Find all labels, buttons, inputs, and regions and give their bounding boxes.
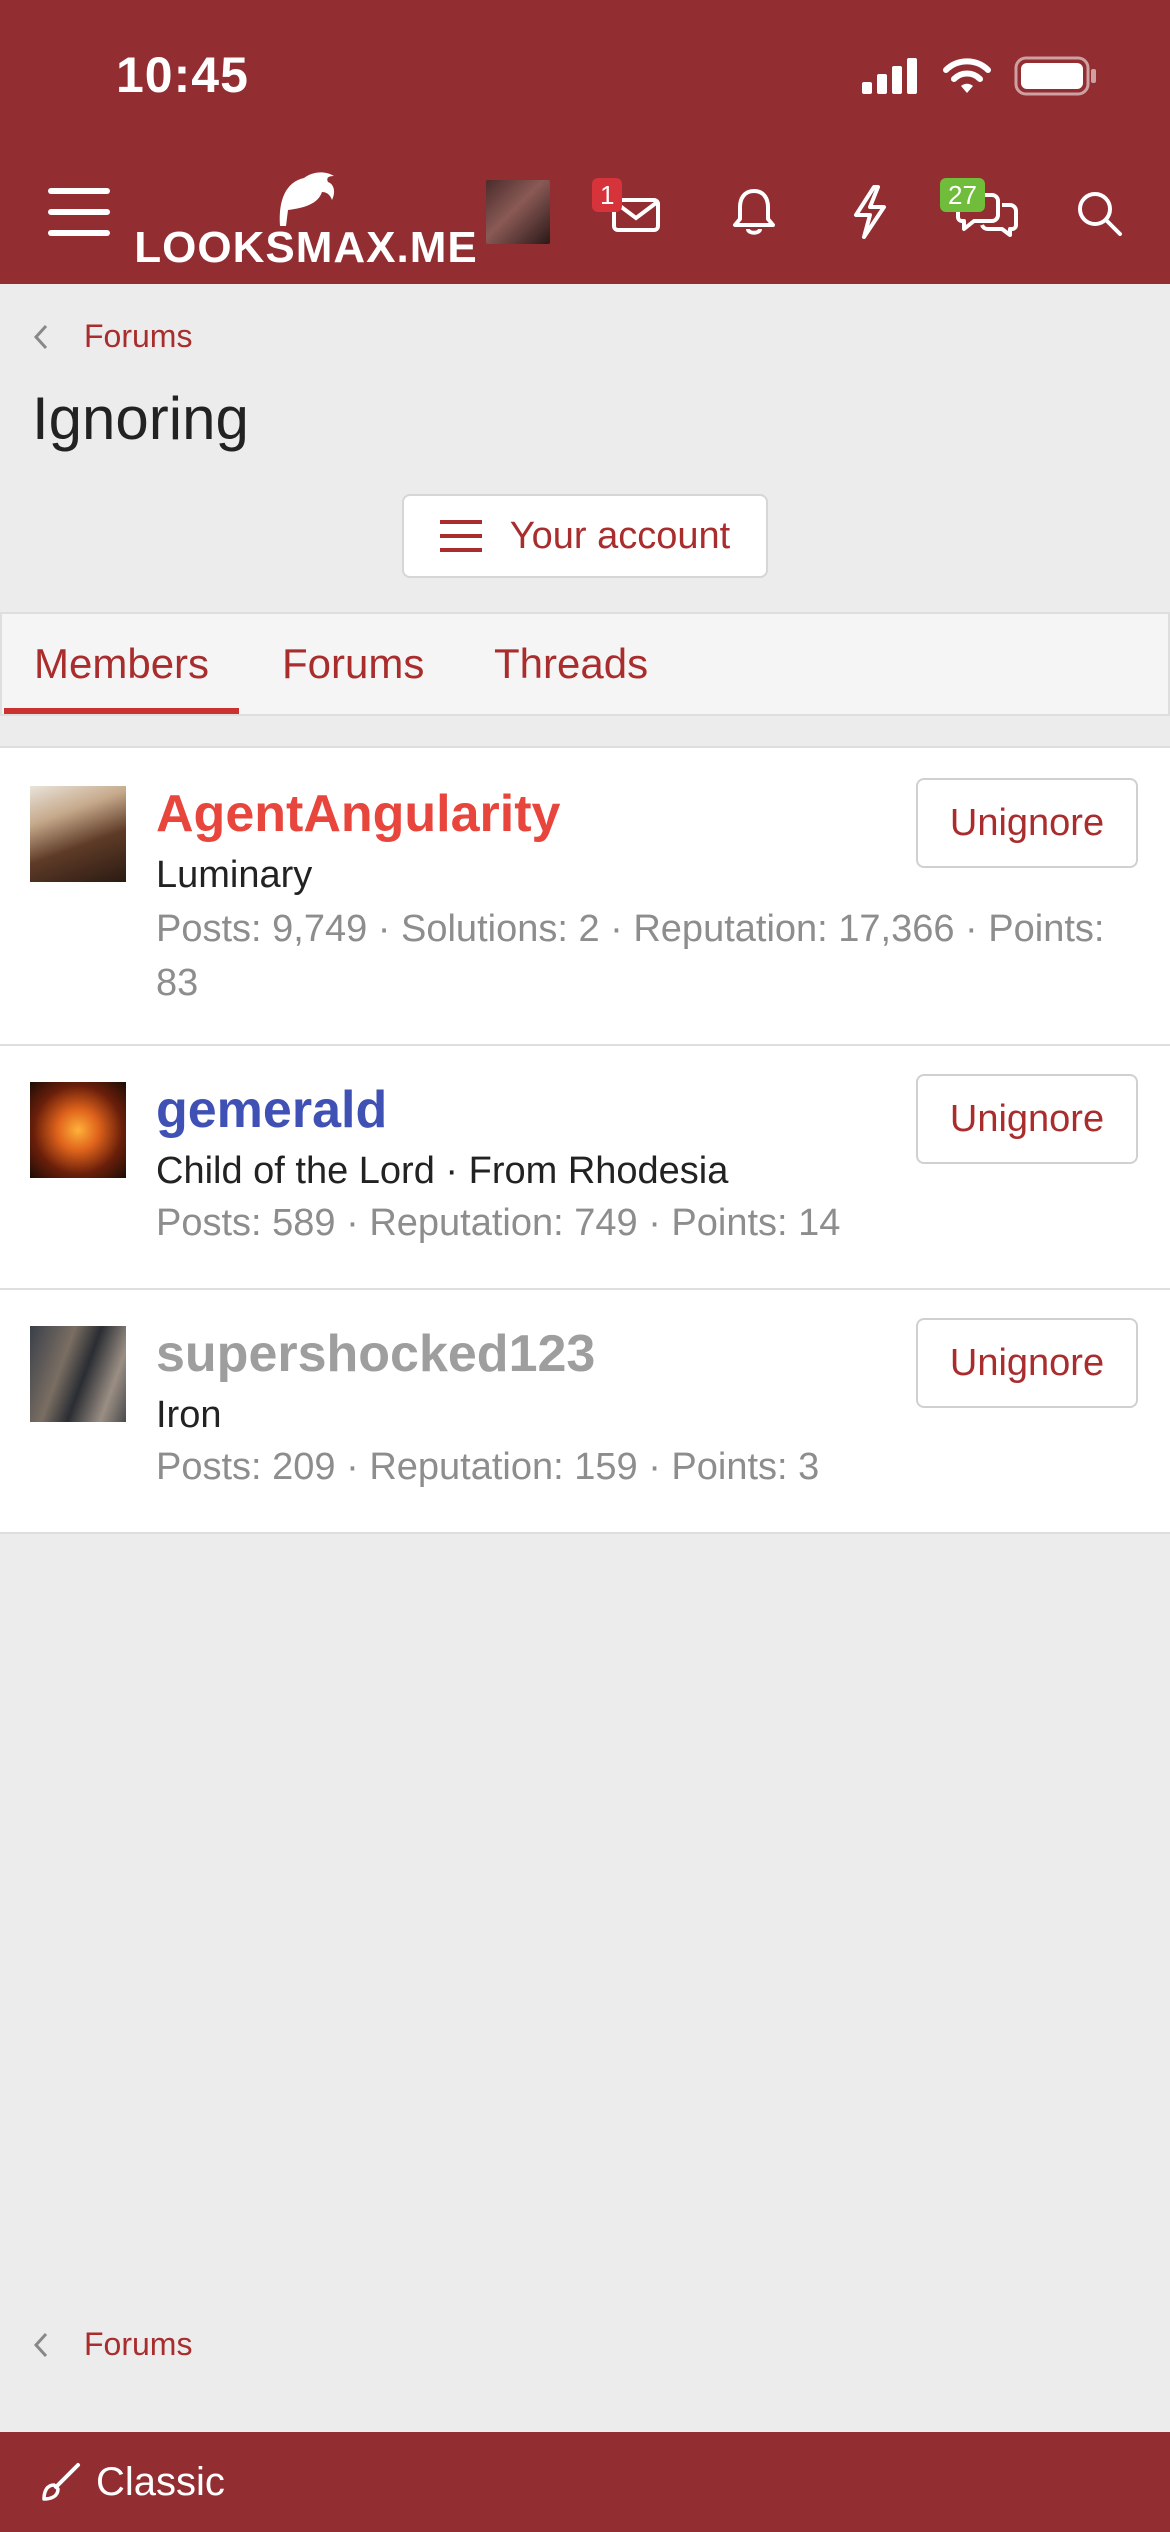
list-menu-icon (439, 520, 482, 552)
alerts-button[interactable] (724, 182, 784, 242)
your-account-button[interactable]: Your account (402, 494, 768, 578)
style-chooser-bar[interactable]: Classic (0, 2432, 1170, 2532)
unignore-button[interactable]: Unignore (916, 1318, 1138, 1408)
tab-forums[interactable]: Forums (282, 614, 424, 714)
bell-icon (733, 189, 775, 235)
status-time: 10:45 (116, 47, 249, 103)
member-title: Child of the Lord · From Rhodesia (156, 1150, 729, 1192)
whats-new-button[interactable] (840, 182, 900, 242)
tab-bar: Members Forums Threads (0, 612, 1170, 716)
search-icon (1078, 192, 1122, 236)
tab-threads[interactable]: Threads (494, 614, 648, 714)
footer-breadcrumb-link-forums[interactable]: Forums (84, 2326, 192, 2363)
unignore-button[interactable]: Unignore (916, 778, 1138, 868)
tab-members[interactable]: Members (3, 614, 240, 714)
chevron-left-icon (33, 2332, 48, 2357)
avatar[interactable] (30, 1082, 126, 1178)
member-title: Iron (156, 1394, 222, 1436)
app-header: 10:45 LOOKSMAX.ME 1 27 (0, 0, 1170, 284)
chat-badge: 27 (940, 178, 985, 212)
status-icons (862, 56, 1098, 96)
menu-icon (48, 188, 110, 236)
unignore-button[interactable]: Unignore (916, 1074, 1138, 1164)
your-account-label: Your account (509, 514, 731, 557)
member-stats: Posts: 9,749 · Solutions: 2 · Reputation… (156, 908, 1105, 1004)
member-name[interactable]: AgentAngularity (156, 784, 560, 844)
list-item: gemerald Child of the Lord · From Rhodes… (0, 1046, 1170, 1290)
list-item: AgentAngularity Luminary Posts: 9,749 · … (0, 748, 1170, 1046)
chevron-left-icon (33, 324, 48, 349)
breadcrumb[interactable]: Forums (32, 318, 192, 355)
site-logo[interactable]: LOOKSMAX.ME (134, 160, 477, 270)
ignored-members-list: AgentAngularity Luminary Posts: 9,749 · … (0, 746, 1170, 1534)
member-title: Luminary (156, 854, 313, 896)
user-avatar[interactable] (486, 180, 550, 244)
avatar[interactable] (30, 1326, 126, 1422)
member-stats: Posts: 589 · Reputation: 749 · Points: 1… (156, 1202, 841, 1244)
list-item: supershocked123 Iron Posts: 209 · Reputa… (0, 1290, 1170, 1532)
menu-button[interactable] (46, 184, 112, 240)
avatar[interactable] (30, 786, 126, 882)
search-button[interactable] (1070, 184, 1128, 242)
member-stats: Posts: 209 · Reputation: 159 · Points: 3 (156, 1446, 820, 1488)
breadcrumb-link-forums[interactable]: Forums (84, 318, 192, 355)
wifi-icon (943, 58, 991, 93)
lightning-icon (854, 185, 886, 239)
battery-icon (1014, 56, 1096, 96)
logo-text: LOOKSMAX.ME (134, 223, 478, 272)
inbox-badge: 1 (592, 178, 623, 212)
signal-icon (862, 58, 917, 94)
style-label: Classic (96, 2459, 225, 2504)
paintbrush-icon (42, 2463, 80, 2501)
hair-logo-icon (279, 172, 335, 226)
footer-breadcrumb[interactable]: Forums (32, 2326, 192, 2363)
page-title: Ignoring (32, 385, 249, 452)
member-name[interactable]: gemerald (156, 1080, 387, 1140)
member-name[interactable]: supershocked123 (156, 1324, 595, 1384)
